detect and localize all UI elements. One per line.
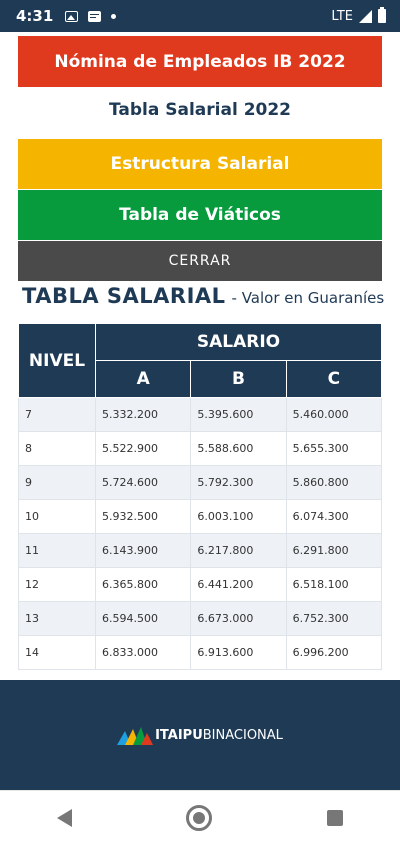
itaipu-logo-icon (117, 727, 154, 745)
header-a: A (94, 360, 192, 398)
status-right: LTE (331, 7, 386, 24)
header-nivel: NIVEL (18, 323, 96, 398)
cell-a: 5.932.500 (94, 499, 192, 534)
cell-nivel: 7 (18, 397, 96, 432)
cell-a: 5.332.200 (94, 397, 192, 432)
nomina-button[interactable]: Nómina de Empleados IB 2022 (18, 36, 382, 87)
status-bar: 4:31 LTE (0, 0, 400, 32)
system-nav-bar (0, 790, 400, 845)
cell-c: 6.996.200 (285, 635, 383, 670)
cell-b: 6.217.800 (190, 533, 287, 568)
cell-b: 6.913.600 (190, 635, 287, 670)
cell-b: 5.395.600 (190, 397, 287, 432)
message-icon (88, 10, 102, 22)
salary-table: NIVEL SALARIO A B C 7 5.332.200 5.395.60… (18, 323, 383, 670)
cell-nivel: 13 (18, 601, 96, 636)
cell-c: 6.752.300 (285, 601, 383, 636)
cell-c: 6.291.800 (285, 533, 383, 568)
cell-b: 5.588.600 (190, 431, 287, 466)
table-row: 9 5.724.600 5.792.300 5.860.800 (18, 465, 383, 500)
tabla-viaticos-button[interactable]: Tabla de Viáticos (18, 190, 382, 240)
cell-a: 6.833.000 (94, 635, 192, 670)
table-title: TABLA SALARIAL (22, 284, 226, 308)
image-icon (65, 10, 79, 22)
cell-a: 6.594.500 (94, 601, 192, 636)
cell-c: 5.860.800 (285, 465, 383, 500)
table-row: 12 6.365.800 6.441.200 6.518.100 (18, 567, 383, 602)
cell-nivel: 14 (18, 635, 96, 670)
status-time: 4:31 (16, 7, 54, 25)
cell-nivel: 9 (18, 465, 96, 500)
header-b: B (190, 360, 287, 398)
cell-c: 5.460.000 (285, 397, 383, 432)
cell-a: 6.365.800 (94, 567, 192, 602)
page-subtitle: Tabla Salarial 2022 (108, 100, 292, 120)
recent-apps-icon[interactable] (326, 810, 343, 826)
cell-c: 5.655.300 (285, 431, 383, 466)
cell-b: 6.673.000 (190, 601, 287, 636)
cell-c: 6.074.300 (285, 499, 383, 534)
header-salario: SALARIO (95, 323, 382, 361)
table-row: 7 5.332.200 5.395.600 5.460.000 (18, 397, 383, 432)
footer: ITAIPU BINACIONAL (0, 680, 400, 790)
cell-nivel: 11 (18, 533, 96, 568)
cell-b: 5.792.300 (190, 465, 287, 500)
cell-b: 6.003.100 (190, 499, 287, 534)
cell-a: 5.724.600 (94, 465, 192, 500)
table-title-suffix: - Valor en Guaraníes (231, 289, 385, 307)
signal-icon (359, 9, 372, 23)
back-icon[interactable] (57, 809, 73, 827)
itaipu-logo[interactable]: ITAIPU BINACIONAL (117, 725, 283, 745)
cerrar-button[interactable]: CERRAR (18, 241, 382, 281)
cell-b: 6.441.200 (190, 567, 287, 602)
cell-nivel: 12 (18, 567, 96, 602)
logo-text-bold: ITAIPU (155, 727, 203, 743)
home-icon[interactable] (186, 805, 213, 831)
cell-nivel: 8 (18, 431, 96, 466)
header-c: C (285, 360, 383, 398)
table-row: 11 6.143.900 6.217.800 6.291.800 (18, 533, 383, 568)
cell-c: 6.518.100 (285, 567, 383, 602)
table-row: 13 6.594.500 6.673.000 6.752.300 (18, 601, 383, 636)
table-row: 14 6.833.000 6.913.600 6.996.200 (18, 635, 383, 670)
cell-nivel: 10 (18, 499, 96, 534)
salary-table-container[interactable]: NIVEL SALARIO A B C 7 5.332.200 5.395.60… (18, 323, 383, 670)
table-row: 8 5.522.900 5.588.600 5.655.300 (18, 431, 383, 466)
cell-a: 6.143.900 (94, 533, 192, 568)
table-heading: TABLA SALARIAL - Valor en Guaraníes (22, 284, 392, 316)
estructura-salarial-button[interactable]: Estructura Salarial (18, 139, 382, 189)
dot-icon (111, 13, 117, 19)
network-label: LTE (331, 8, 353, 24)
table-row: 10 5.932.500 6.003.100 6.074.300 (18, 499, 383, 534)
logo-text-regular: BINACIONAL (202, 727, 283, 743)
cell-a: 5.522.900 (94, 431, 192, 466)
battery-icon (378, 7, 386, 23)
